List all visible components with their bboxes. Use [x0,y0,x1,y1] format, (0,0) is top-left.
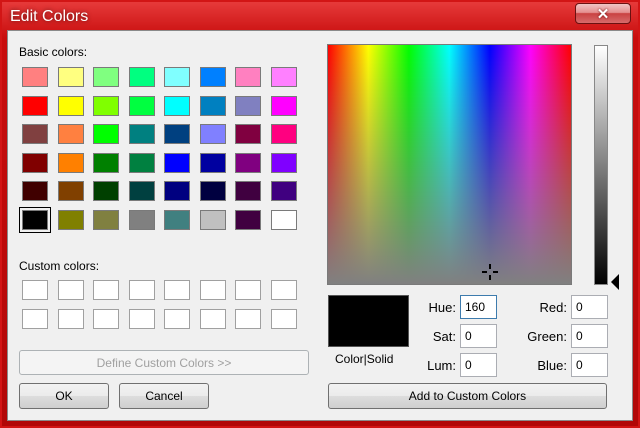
close-button[interactable]: ✕ [575,3,631,24]
close-icon: ✕ [596,5,610,23]
custom-color-swatch[interactable] [270,280,297,300]
basic-color-swatch[interactable] [57,124,84,145]
basic-color-swatch[interactable] [57,181,84,202]
color-solid-label: Color|Solid [335,352,394,366]
basic-color-swatch[interactable] [128,181,155,202]
basic-color-swatch[interactable] [128,152,155,173]
basic-color-swatch[interactable] [235,124,261,145]
basic-color-swatch[interactable] [22,152,48,173]
basic-color-swatch[interactable] [93,124,119,145]
basic-color-swatch[interactable] [22,124,48,145]
custom-color-swatch[interactable] [164,280,190,300]
basic-color-swatch[interactable] [93,181,119,202]
custom-color-swatch[interactable] [199,309,226,329]
basic-color-swatch[interactable] [93,95,119,116]
basic-color-swatch[interactable] [164,210,190,230]
basic-color-swatch[interactable] [270,95,297,116]
custom-color-swatch[interactable] [128,280,155,300]
basic-color-swatch[interactable] [128,95,155,116]
custom-color-swatch[interactable] [57,280,84,300]
custom-color-swatch[interactable] [199,280,226,300]
basic-color-swatch[interactable] [235,152,261,173]
custom-color-swatch[interactable] [93,309,119,329]
basic-color-swatch[interactable] [199,67,226,87]
basic-color-swatch[interactable] [199,124,226,145]
custom-color-swatch[interactable] [128,309,155,329]
basic-color-swatch[interactable] [199,152,226,173]
basic-color-swatch[interactable] [235,67,261,87]
hue-input[interactable]: 160 [460,295,497,319]
ok-button[interactable]: OK [19,383,109,409]
basic-color-swatch[interactable] [270,210,297,230]
lum-input[interactable]: 0 [460,353,497,377]
crosshair-icon [482,264,498,280]
cancel-button[interactable]: Cancel [119,383,209,409]
blue-input[interactable]: 0 [571,353,608,377]
red-label: Red: [539,300,567,315]
lum-label: Lum: [427,358,456,373]
color-spectrum[interactable] [327,44,572,285]
basic-color-swatch[interactable] [270,152,297,173]
basic-color-swatch[interactable] [199,210,226,230]
window-title: Edit Colors [10,8,89,25]
basic-color-swatch[interactable] [164,181,190,202]
basic-color-swatch[interactable] [128,67,155,87]
basic-color-swatch[interactable] [57,210,84,230]
custom-color-swatch[interactable] [93,280,119,300]
custom-colors-label: Custom colors: [19,259,100,273]
green-label: Green: [527,329,567,344]
sat-input[interactable]: 0 [460,324,497,348]
blue-label: Blue: [537,358,567,373]
basic-color-swatch[interactable] [164,95,190,116]
add-to-custom-colors-button[interactable]: Add to Custom Colors [328,383,607,409]
basic-color-swatch[interactable] [22,67,48,87]
basic-color-swatch[interactable] [57,95,84,116]
basic-color-swatch[interactable] [164,124,190,145]
basic-color-swatch[interactable] [270,67,297,87]
custom-color-swatch[interactable] [57,309,84,329]
custom-color-swatch[interactable] [22,280,48,300]
red-input[interactable]: 0 [571,295,608,319]
basic-color-swatch[interactable] [128,124,155,145]
basic-color-swatch[interactable] [93,152,119,173]
basic-color-swatch[interactable] [22,181,48,202]
custom-color-swatch[interactable] [235,280,261,300]
dialog-body: Basic colors: Custom colors: Define Cust… [7,30,633,421]
basic-color-swatch[interactable] [19,207,51,233]
basic-color-swatch[interactable] [22,95,48,116]
basic-colors-label: Basic colors: [19,45,88,59]
basic-color-swatch[interactable] [235,210,261,230]
hue-label: Hue: [428,300,456,315]
basic-color-swatch[interactable] [57,67,84,87]
basic-color-swatch[interactable] [164,152,190,173]
basic-color-swatch[interactable] [128,210,155,230]
green-input[interactable]: 0 [571,324,608,348]
basic-color-swatch[interactable] [270,124,297,145]
color-preview [328,295,409,347]
define-custom-colors-button[interactable]: Define Custom Colors >> [19,350,309,375]
basic-color-swatch[interactable] [164,67,190,87]
basic-color-swatch[interactable] [199,181,226,202]
sat-label: Sat: [432,329,456,344]
custom-color-swatch[interactable] [235,309,261,329]
basic-color-swatch[interactable] [57,152,84,173]
basic-color-swatch[interactable] [270,181,297,202]
basic-color-swatch[interactable] [93,210,119,230]
basic-color-swatch[interactable] [235,181,261,202]
basic-color-swatch[interactable] [199,95,226,116]
basic-color-swatch[interactable] [93,67,119,87]
luminance-arrow-icon[interactable] [611,274,619,290]
luminance-slider[interactable] [594,45,608,285]
custom-color-swatch[interactable] [270,309,297,329]
custom-color-swatch[interactable] [22,309,48,329]
custom-color-swatch[interactable] [164,309,190,329]
basic-color-swatch[interactable] [235,95,261,116]
